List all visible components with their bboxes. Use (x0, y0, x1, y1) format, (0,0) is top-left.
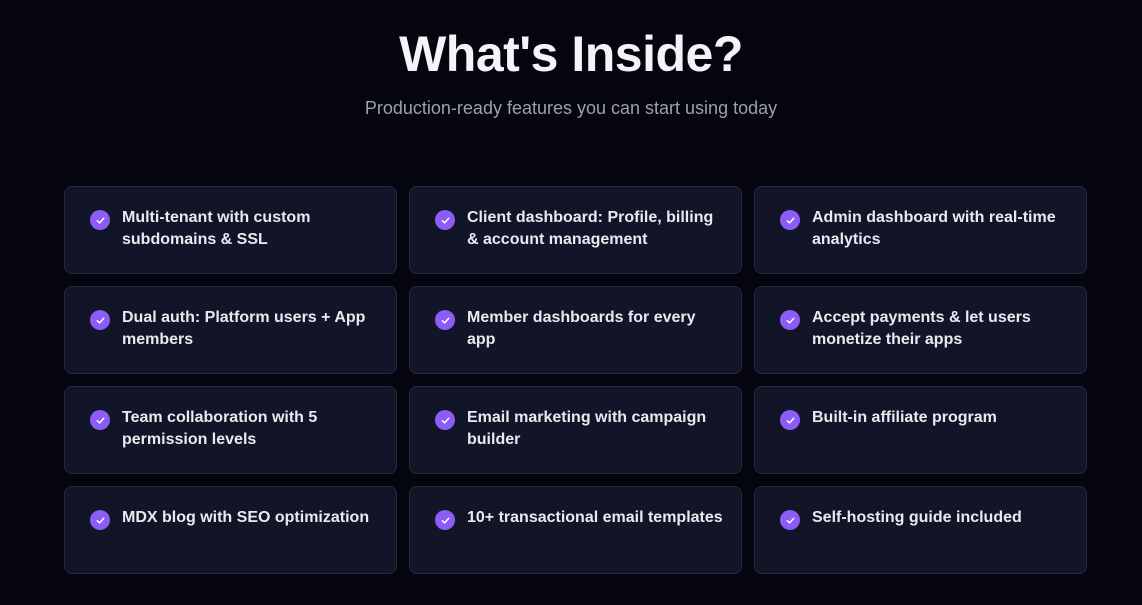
section-title: What's Inside? (399, 26, 743, 82)
check-circle-icon (780, 510, 800, 530)
feature-card: Built-in affiliate program (754, 386, 1087, 474)
check-circle-icon (90, 510, 110, 530)
check-circle-icon (435, 310, 455, 330)
feature-card: Self-hosting guide included (754, 486, 1087, 574)
check-circle-icon (435, 510, 455, 530)
check-circle-icon (90, 410, 110, 430)
feature-label: Self-hosting guide included (812, 509, 1022, 526)
feature-label: Multi-tenant with custom subdomains & SS… (122, 209, 311, 248)
feature-label: Email marketing with campaign builder (467, 409, 707, 448)
feature-label: Accept payments & let users monetize the… (812, 309, 1031, 348)
feature-card: MDX blog with SEO optimization (64, 486, 397, 574)
check-circle-icon (435, 410, 455, 430)
feature-card: Multi-tenant with custom subdomains & SS… (64, 186, 397, 274)
feature-label: Admin dashboard with real-time analytics (812, 209, 1056, 248)
feature-card: Admin dashboard with real-time analytics (754, 186, 1087, 274)
feature-label: MDX blog with SEO optimization (122, 509, 370, 526)
section-subtitle: Production-ready features you can start … (364, 98, 778, 118)
check-circle-icon (435, 210, 455, 230)
feature-label: 10+ transactional email templates (467, 509, 723, 526)
features-grid: Multi-tenant with custom subdomains & SS… (64, 186, 1088, 574)
feature-label: Client dashboard: Profile, billing & acc… (467, 209, 714, 248)
feature-card: Member dashboards for every app (409, 286, 742, 374)
feature-card: Email marketing with campaign builder (409, 386, 742, 474)
check-circle-icon (780, 210, 800, 230)
feature-card: Dual auth: Platform users + App members (64, 286, 397, 374)
feature-label: Dual auth: Platform users + App members (122, 309, 366, 348)
feature-card: 10+ transactional email templates (409, 486, 742, 574)
feature-label: Team collaboration with 5 permission lev… (122, 409, 318, 448)
feature-label: Member dashboards for every app (467, 309, 696, 348)
feature-label: Built-in affiliate program (812, 409, 997, 426)
feature-card: Client dashboard: Profile, billing & acc… (409, 186, 742, 274)
check-circle-icon (780, 310, 800, 330)
check-circle-icon (780, 410, 800, 430)
feature-card: Team collaboration with 5 permission lev… (64, 386, 397, 474)
whats-inside-section: What's Inside? Production-ready features… (0, 0, 1142, 605)
check-circle-icon (90, 310, 110, 330)
feature-card: Accept payments & let users monetize the… (754, 286, 1087, 374)
check-circle-icon (90, 210, 110, 230)
